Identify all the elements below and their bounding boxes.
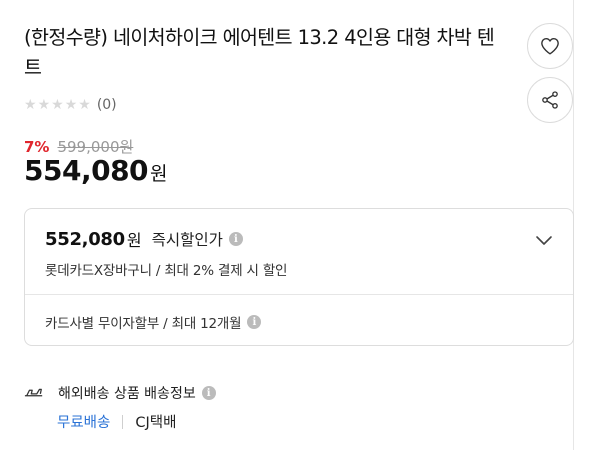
shipping-detail: 무료배송 CJ택배 xyxy=(57,411,176,432)
instant-price-unit: 원 xyxy=(126,231,142,250)
info-icon[interactable]: i xyxy=(247,315,262,329)
star-rating: ★ ★ ★ ★ ★ xyxy=(24,96,91,114)
instant-discount-desc: 롯데카드X장바구니 / 최대 2% 결제 시 할인 xyxy=(45,263,288,279)
instant-price: 552,080 xyxy=(45,228,125,250)
installment-info: 카드사별 무이자할부 / 최대 12개월 i xyxy=(45,312,262,332)
chevron-down-icon[interactable] xyxy=(535,235,553,247)
shipping-title: 해외배송 상품 배송정보 xyxy=(58,386,196,402)
instant-discount-label: 즉시할인가 xyxy=(151,231,223,249)
final-price-value: 554,080 xyxy=(24,154,149,187)
star-icon: ★ xyxy=(37,97,51,113)
shipping-carrier: CJ택배 xyxy=(135,415,177,431)
star-icon: ★ xyxy=(78,97,91,113)
review-count[interactable]: (0) xyxy=(97,97,117,113)
card-benefit-box: 552,080 원 즉시할인가 i 롯데카드X장바구니 / 최대 2% 결제 시… xyxy=(24,208,574,346)
installment-text: 카드사별 무이자할부 / 최대 12개월 xyxy=(45,316,242,332)
share-button[interactable] xyxy=(527,77,573,123)
star-icon: ★ xyxy=(64,97,78,113)
star-icon: ★ xyxy=(24,97,37,113)
product-title: (한정수량) 네이처하이크 에어텐트 13.2 4인용 대형 차박 텐트 xyxy=(24,26,495,79)
airplane-icon xyxy=(24,388,43,397)
instant-discount-section[interactable]: 552,080 원 즉시할인가 i 롯데카드X장바구니 / 최대 2% 결제 시… xyxy=(45,227,555,280)
heart-icon xyxy=(541,37,559,55)
star-icon: ★ xyxy=(51,97,64,113)
shipping-info-header: 해외배송 상품 배송정보 i xyxy=(24,383,216,403)
info-icon[interactable]: i xyxy=(201,386,216,400)
final-price: 554,080 원 xyxy=(24,154,168,187)
info-icon[interactable]: i xyxy=(228,232,243,246)
share-icon xyxy=(542,91,558,109)
divider xyxy=(25,294,573,295)
rating[interactable]: ★ ★ ★ ★ ★ (0) xyxy=(24,96,117,114)
wishlist-button[interactable] xyxy=(527,23,573,69)
final-price-unit: 원 xyxy=(150,163,168,185)
shipping-fee: 무료배송 xyxy=(57,415,111,431)
separator xyxy=(122,414,124,429)
